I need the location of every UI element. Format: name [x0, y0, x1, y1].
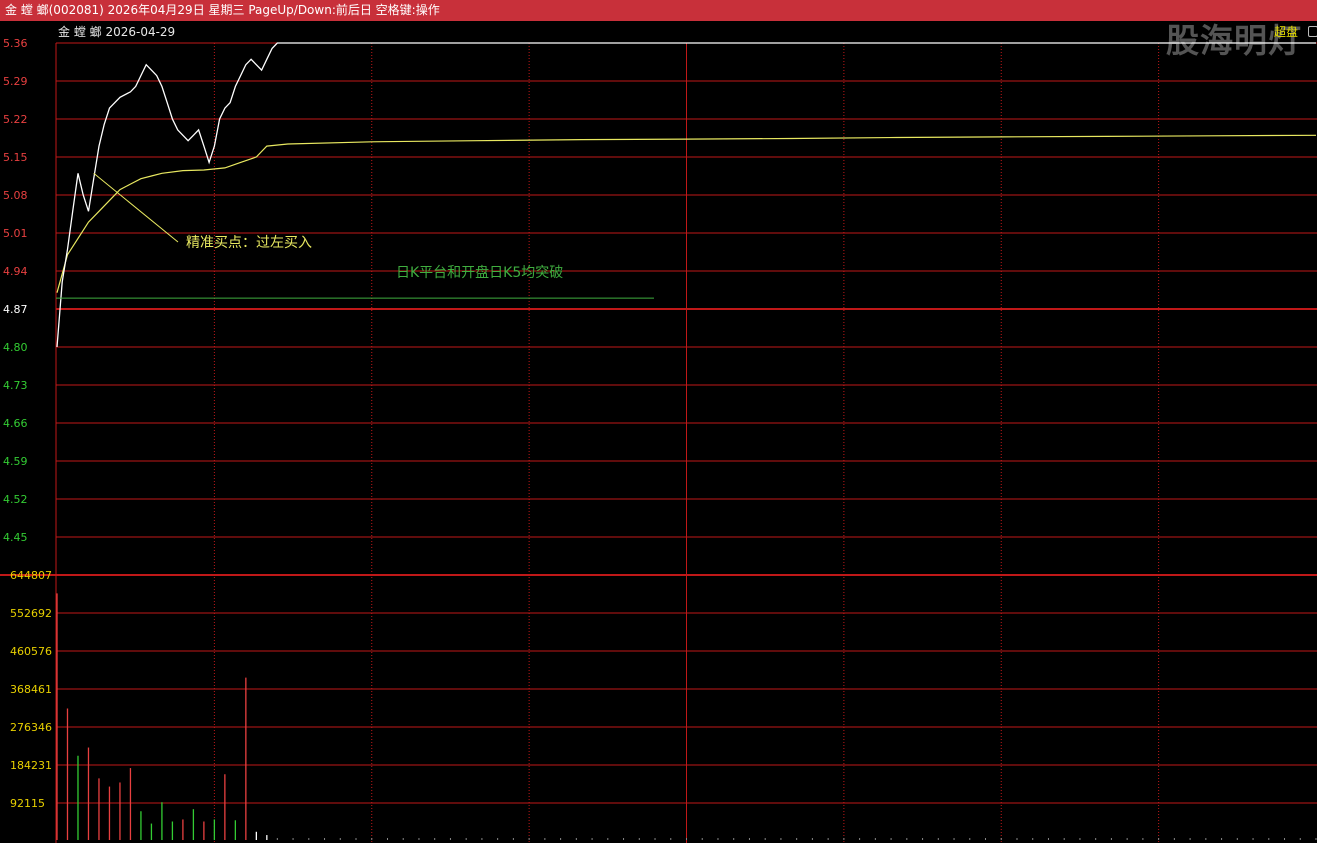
price-tick-label: 4.45	[3, 531, 28, 544]
price-tick-label: 4.52	[3, 493, 28, 506]
price-tick-label: 5.22	[3, 113, 28, 126]
buy-point-annotation: 精准买点：过左买入	[186, 235, 312, 251]
volume-tick-label: 460576	[10, 645, 52, 658]
price-tick-label: 5.15	[3, 151, 28, 164]
volume-tick-label: 276346	[10, 721, 52, 734]
price-tick-label: 4.94	[3, 265, 28, 278]
volume-tick-label: 92115	[10, 797, 45, 810]
price-tick-label: 4.66	[3, 417, 28, 430]
breakout-annotation: 日K平台和开盘日K5均突破	[396, 264, 563, 281]
price-tick-label: 5.36	[3, 37, 28, 50]
volume-tick-label: 644807	[10, 569, 52, 582]
price-tick-label: 5.29	[3, 75, 28, 88]
price-tick-label: 5.08	[3, 189, 28, 202]
volume-tick-label: 368461	[10, 683, 52, 696]
volume-tick-label: 184231	[10, 759, 52, 772]
volume-tick-label: 552692	[10, 607, 52, 620]
buy-point-callout-line	[93, 172, 179, 243]
price-tick-label: 5.01	[3, 227, 28, 240]
intraday-chart[interactable]: 5.36 5.29 5.22 5.15 5.08 5.01 4.94 4.87 4.80 4.73…	[0, 0, 1317, 843]
price-tick-label: 4.59	[3, 455, 28, 468]
price-tick-label: 4.87	[3, 303, 28, 316]
price-tick-label: 4.80	[3, 341, 28, 354]
price-tick-label: 4.73	[3, 379, 28, 392]
